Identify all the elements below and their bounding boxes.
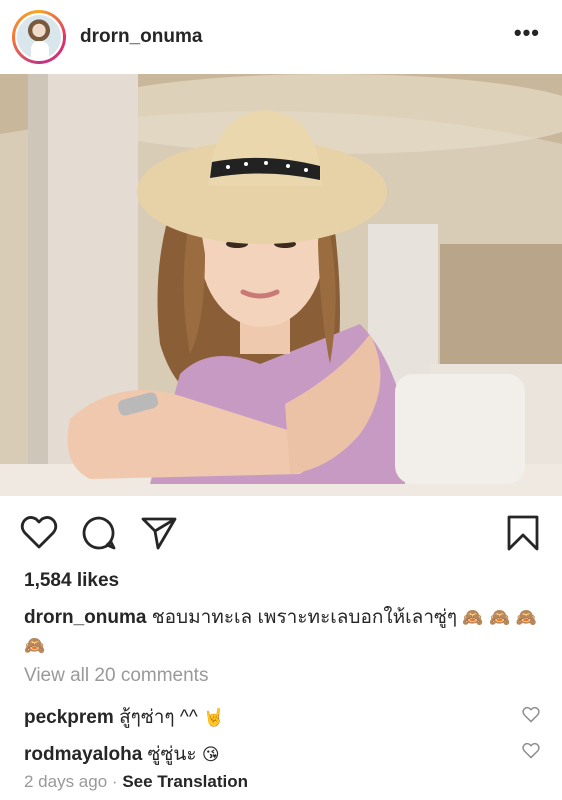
caption-text: ชอบมาทะเล เพราะทะเลบอกให้เลาซู่ๆ [151,607,458,628]
post-meta: 2 days ago · See Translation [24,772,248,792]
comment-username[interactable]: peckprem [24,707,114,728]
comment-emoji: 🤘 [203,708,225,728]
meta-separator: · [111,772,118,791]
avatar-story-ring[interactable] [12,10,66,64]
post-photo-illustration [0,74,562,496]
see-translation-link[interactable]: See Translation [122,772,248,791]
likes-count[interactable]: 1,584 likes [24,570,119,592]
more-horizontal-icon[interactable]: ••• [514,22,540,44]
comment-icon[interactable] [80,514,118,552]
comment-emoji: 😘 [201,745,220,765]
comment-row: rodmayaloha ซู่ซู่นะ 😘 [24,739,220,769]
comment-like-heart-icon[interactable] [522,706,540,723]
caption-username[interactable]: drorn_onuma [24,607,146,628]
like-heart-icon[interactable] [20,514,58,550]
comment-text: สู้ๆซ่าๆ ^^ [119,707,198,728]
post-username[interactable]: drorn_onuma [80,26,202,48]
post-caption: drorn_onuma ชอบมาทะเล เพราะทะเลบอกให้เลา… [24,604,544,660]
post-actions [0,496,562,568]
comment-text: ซู่ซู่นะ [147,744,197,765]
view-all-comments-link[interactable]: View all 20 comments [24,665,208,687]
post-timestamp: 2 days ago [24,772,108,791]
avatar[interactable] [15,13,63,61]
share-send-icon[interactable] [140,514,178,552]
post-photo[interactable] [0,74,562,496]
comment-row: peckprem สู้ๆซ่าๆ ^^ 🤘 [24,702,224,732]
post-header: drorn_onuma ••• [0,0,562,74]
comment-username[interactable]: rodmayaloha [24,744,142,765]
bookmark-save-icon[interactable] [506,514,540,552]
comment-like-heart-icon[interactable] [522,742,540,759]
